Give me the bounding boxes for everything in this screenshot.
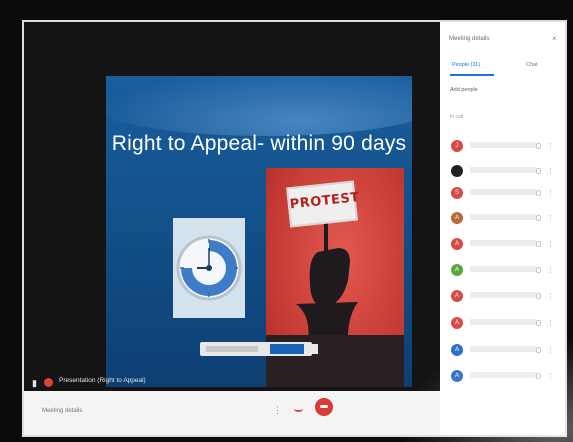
close-icon[interactable]: × [552, 34, 557, 43]
slide-toolbar [200, 342, 318, 356]
participant-name [470, 214, 536, 220]
participant-more-icon[interactable] [550, 168, 553, 174]
participant-row[interactable]: A [448, 210, 560, 226]
participant-mic-icon[interactable] [536, 241, 541, 247]
participants-panel: Meeting details × People (11) Chat Add p… [440, 22, 565, 435]
participant-mic-icon[interactable] [536, 143, 541, 149]
participant-row[interactable]: A [448, 315, 560, 331]
add-people-button[interactable]: Add people [450, 87, 478, 93]
participant-name [470, 189, 536, 195]
slide-toolbar-button [270, 344, 304, 354]
participant-row[interactable]: J [448, 138, 560, 154]
participant-mic-icon[interactable] [536, 293, 541, 299]
participant-mic-icon[interactable] [536, 347, 541, 353]
participant-mic-icon[interactable] [536, 373, 541, 379]
participant-avatar: A [451, 344, 463, 356]
active-tab-indicator [450, 74, 494, 76]
tab-people[interactable]: People (11) [452, 62, 480, 68]
tab-chat[interactable]: Chat [526, 62, 538, 68]
participant-avatar [451, 165, 463, 177]
panel-title: Meeting details [449, 36, 490, 42]
participant-avatar: A [451, 212, 463, 224]
slide-title: Right to Appeal- within 90 days [111, 132, 407, 155]
participant-mic-icon[interactable] [536, 267, 541, 273]
meeting-controls-bar: Meeting details ⋮ [24, 391, 440, 435]
mic-icon[interactable]: ▮ [32, 378, 40, 388]
presentation-stage: Right to Appeal- within 90 days PROTEST [24, 22, 440, 391]
participant-avatar: A [451, 370, 463, 382]
participant-more-icon[interactable] [550, 143, 553, 149]
meeting-details-link[interactable]: Meeting details [42, 408, 82, 414]
participant-avatar: A [451, 264, 463, 276]
participant-mic-icon[interactable] [536, 320, 541, 326]
presenter-avatar [44, 378, 53, 387]
participant-name [470, 319, 536, 325]
clock-icon [176, 235, 242, 301]
leave-call-button[interactable] [315, 398, 333, 416]
participant-more-icon[interactable] [550, 215, 553, 221]
participant-more-icon[interactable] [550, 241, 553, 247]
participant-name [470, 372, 536, 378]
participant-more-icon[interactable] [550, 373, 553, 379]
participant-name [470, 346, 536, 352]
participant-more-icon[interactable] [550, 190, 553, 196]
participant-more-icon[interactable] [550, 320, 553, 326]
participant-more-icon[interactable] [550, 293, 553, 299]
participant-name [470, 142, 536, 148]
raise-hand-icon[interactable] [294, 406, 303, 412]
participant-row[interactable]: A [448, 262, 560, 278]
slide-toolbar-field [206, 346, 258, 352]
shared-slide: Right to Appeal- within 90 days PROTEST [106, 76, 412, 387]
participant-avatar: A [451, 290, 463, 302]
participant-avatar: J [451, 140, 463, 152]
participant-more-icon[interactable] [550, 347, 553, 353]
participant-avatar: A [451, 317, 463, 329]
participant-avatar: S [451, 187, 463, 199]
participant-mic-icon[interactable] [536, 215, 541, 221]
participant-more-icon[interactable] [550, 267, 553, 273]
participant-name [470, 292, 536, 298]
section-label: In call [450, 114, 464, 120]
more-options-icon[interactable]: ⋮ [273, 405, 282, 416]
participant-row[interactable] [448, 163, 560, 179]
presentation-notification: ▮ Presentation (Right to Appeal) [26, 376, 226, 390]
participant-name [470, 266, 536, 272]
slide-toolbar-more [308, 344, 318, 354]
participant-name [470, 240, 536, 246]
participant-name [470, 167, 536, 173]
participant-mic-icon[interactable] [536, 168, 541, 174]
presentation-notification-text: Presentation (Right to Appeal) [59, 377, 146, 384]
clock-image [173, 218, 245, 318]
protest-sign-text: PROTEST [289, 190, 361, 213]
participant-row[interactable]: A [448, 342, 560, 358]
participant-row[interactable]: A [448, 288, 560, 304]
participant-row[interactable]: A [448, 236, 560, 252]
participant-avatar: A [451, 238, 463, 250]
participant-row[interactable]: A [448, 368, 560, 384]
participant-row[interactable]: S [448, 185, 560, 201]
protest-sign: PROTEST [286, 180, 361, 228]
participant-mic-icon[interactable] [536, 190, 541, 196]
slide-wave-decoration [106, 76, 412, 136]
